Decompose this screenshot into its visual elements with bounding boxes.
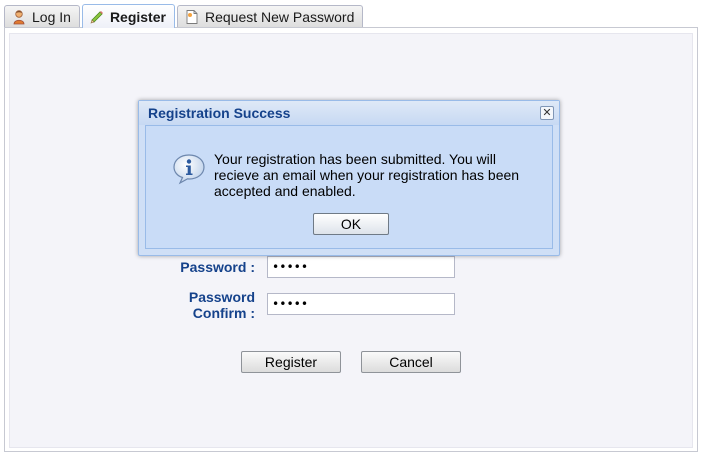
registration-success-dialog: Registration Success ✕ Your registration… [138, 100, 560, 256]
document-icon [186, 10, 198, 24]
info-icon [173, 154, 205, 185]
register-button-label: Register [264, 354, 318, 370]
tab-register[interactable]: Register [81, 4, 175, 28]
cancel-button[interactable]: Cancel [361, 351, 461, 373]
tab-request-new-password-label: Request New Password [204, 9, 355, 25]
tab-strip: Log In Register Request New Password [4, 4, 364, 28]
password-confirm-field-value: ••••• [272, 297, 309, 311]
ok-button-label: OK [340, 216, 362, 232]
dialog-message: Your registration has been submitted. Yo… [214, 151, 520, 199]
ok-button[interactable]: OK [313, 213, 389, 235]
dialog-body: Your registration has been submitted. Yo… [145, 125, 553, 249]
tab-log-in-label: Log In [32, 9, 71, 25]
dialog-title: Registration Success [148, 105, 291, 121]
password-confirm-field[interactable]: ••••• [267, 293, 455, 315]
pencil-icon [90, 10, 103, 23]
password-field[interactable]: ••••• [267, 256, 455, 278]
dialog-title-bar[interactable]: Registration Success [139, 101, 559, 125]
tab-request-new-password[interactable]: Request New Password [176, 5, 364, 28]
tab-log-in[interactable]: Log In [4, 5, 80, 28]
register-button[interactable]: Register [241, 351, 341, 373]
cancel-button-label: Cancel [389, 354, 433, 370]
user-icon [13, 10, 25, 25]
tab-register-label: Register [109, 8, 166, 25]
password-label: Password : [180, 259, 255, 275]
close-icon[interactable]: ✕ [540, 106, 554, 120]
password-field-value: ••••• [272, 260, 309, 274]
password-confirm-label: Password Confirm : [188, 289, 255, 321]
